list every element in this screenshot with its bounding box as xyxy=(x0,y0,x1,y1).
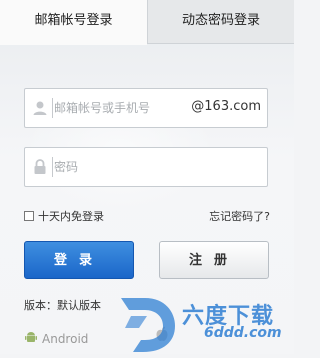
watermark-logo-icon xyxy=(117,294,179,358)
tab-dynamic-password-login[interactable]: 动态密码登录 xyxy=(147,0,294,44)
login-button[interactable]: 登录 xyxy=(24,241,134,279)
forgot-password-link[interactable]: 忘记密码了? xyxy=(209,208,270,224)
mail-domain-suffix: @163.com xyxy=(191,99,261,114)
user-icon xyxy=(31,99,49,117)
android-download[interactable]: Android xyxy=(24,330,88,347)
field-divider xyxy=(52,157,53,177)
username-input[interactable] xyxy=(54,97,204,119)
register-button[interactable]: 注册 xyxy=(159,241,269,279)
watermark-url: 6ddd.com xyxy=(204,325,282,341)
remember-me[interactable]: 十天内免登录 xyxy=(24,208,104,224)
lock-icon xyxy=(31,158,49,176)
remember-label: 十天内免登录 xyxy=(38,210,104,223)
remember-checkbox[interactable] xyxy=(24,211,34,221)
version-selector[interactable]: 版本：默认版本 xyxy=(24,297,101,313)
password-field[interactable] xyxy=(24,147,268,187)
android-label: Android xyxy=(42,331,89,346)
tab-mail-login[interactable]: 邮箱帐号登录 xyxy=(0,0,147,45)
username-field[interactable]: @163.com xyxy=(24,88,268,128)
password-input[interactable] xyxy=(54,156,204,178)
android-icon xyxy=(24,330,38,347)
field-divider xyxy=(52,98,53,118)
